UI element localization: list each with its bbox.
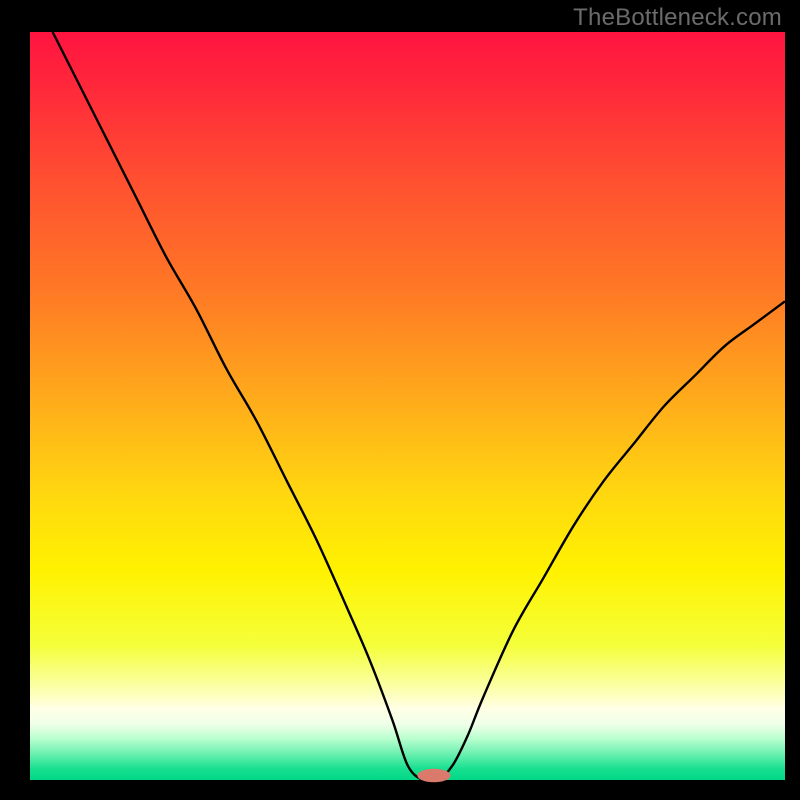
bottleneck-chart bbox=[0, 0, 800, 800]
chart-frame: TheBottleneck.com bbox=[0, 0, 800, 800]
plot-background bbox=[30, 32, 785, 780]
watermark-text: TheBottleneck.com bbox=[573, 4, 782, 32]
optimum-marker bbox=[417, 769, 450, 782]
